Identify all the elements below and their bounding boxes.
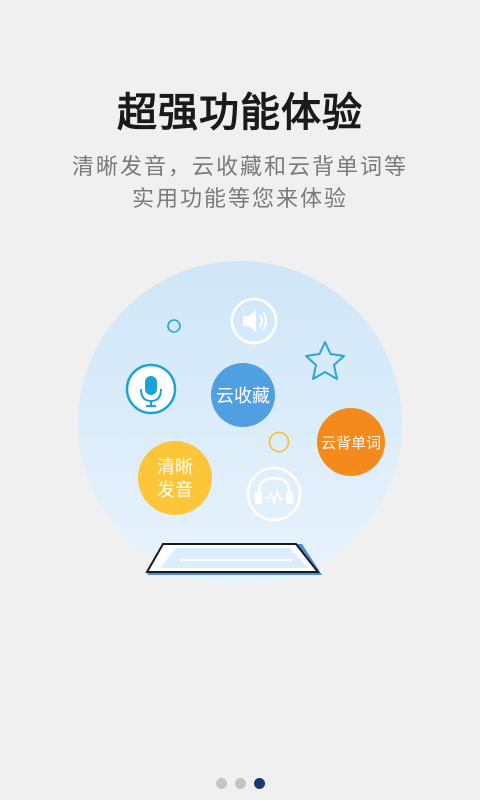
page-subtitle: 清晰发音，云收藏和云背单词等 实用功能等您来体验 [0,152,480,216]
clear-pronunciation-button[interactable]: 清晰 发音 [138,441,212,515]
clear-pron-label-1: 清晰 [157,457,193,478]
cloud-collect-button[interactable]: 云收藏 [211,363,275,427]
subtitle-line-1: 清晰发音，云收藏和云背单词等 [71,155,408,180]
clear-pron-label-2: 发音 [157,480,193,501]
cloud-collect-label: 云收藏 [216,386,270,407]
microphone-icon[interactable] [125,363,177,415]
page-indicator [0,778,480,789]
cloud-recite-label: 云背单词 [321,434,381,452]
subtitle-line-2: 实用功能等您来体验 [131,187,348,212]
page-dot-2[interactable] [234,778,246,789]
phone-icon [145,543,322,575]
cloud-recite-button[interactable]: 云背单词 [317,408,385,476]
page-title: 超强功能体验 [117,90,363,136]
feature-illustration: 云收藏 云背单词 清晰 发音 [78,261,402,585]
page-dot-1[interactable] [215,778,227,789]
page-dot-3[interactable] [253,778,265,789]
